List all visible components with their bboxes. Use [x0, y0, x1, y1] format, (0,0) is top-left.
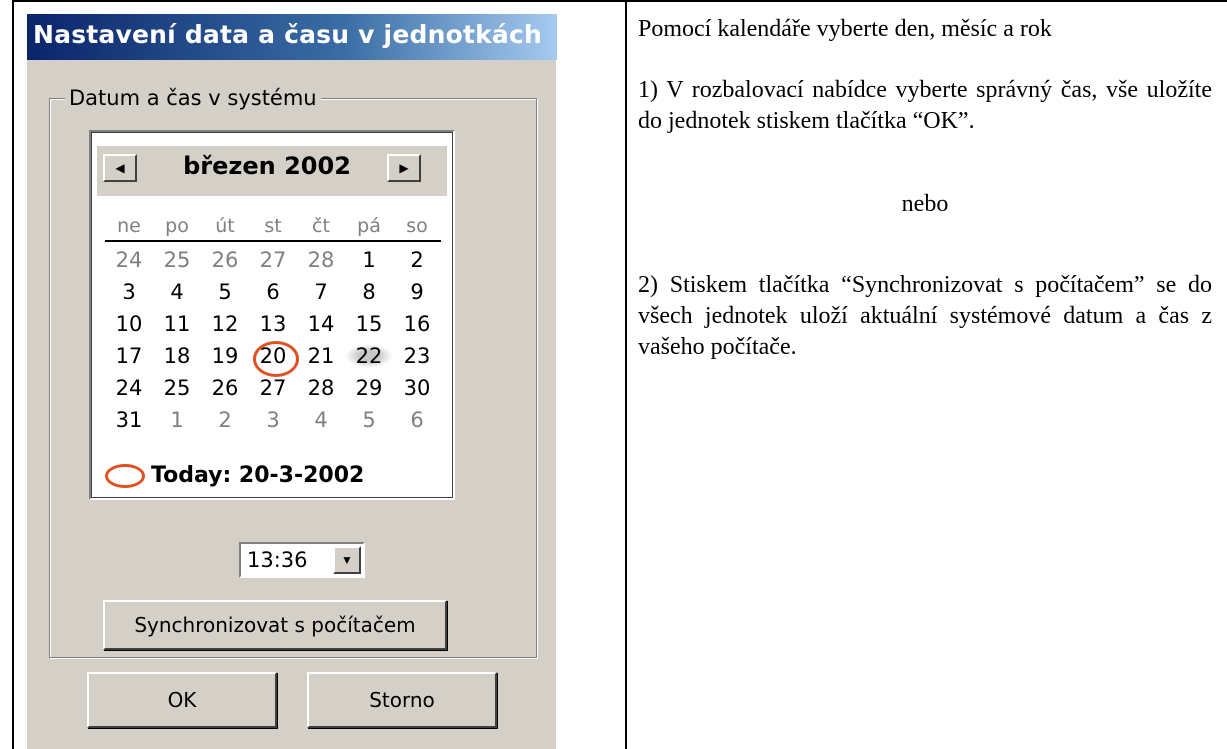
next-month-button[interactable]: ▶: [387, 154, 421, 182]
instructions-or: nebo: [901, 191, 949, 217]
table-top-border: [625, 0, 1227, 2]
calendar-day[interactable]: 15: [345, 312, 393, 336]
time-value: 13:36: [247, 548, 308, 572]
calendar-header: ◀ březen 2002 ▶: [97, 146, 447, 196]
weekday-header: ne po út st čt pá so: [105, 212, 441, 242]
calendar-week: 24 25 26 27 28 1 2: [105, 244, 441, 276]
prev-month-button[interactable]: ◀: [103, 154, 137, 182]
weekday-label: pá: [357, 215, 381, 237]
calendar-day[interactable]: 4: [297, 408, 345, 432]
dialog-title: Nastavení data a času v jednotkách: [33, 20, 543, 49]
sync-with-computer-button[interactable]: Synchronizovat s počítačem: [103, 600, 447, 650]
calendar-day[interactable]: 14: [297, 312, 345, 336]
calendar-day[interactable]: 31: [105, 408, 153, 432]
today-label: Today: 20-3-2002: [151, 462, 365, 488]
dialog-titlebar[interactable]: Nastavení data a času v jednotkách: [27, 14, 557, 60]
calendar-day[interactable]: 5: [201, 280, 249, 304]
table-column-divider: [625, 0, 627, 749]
datetime-dialog: Nastavení data a času v jednotkách Datum…: [26, 14, 557, 749]
instructions-step-2: 2) Stiskem tlačítka “Synchronizovat s po…: [638, 272, 1212, 360]
weekday-label: út: [215, 215, 235, 237]
calendar-day[interactable]: 26: [201, 376, 249, 400]
calendar-day[interactable]: 2: [393, 248, 441, 272]
right-arrow-icon: ▶: [399, 161, 409, 175]
today-link[interactable]: Today: 20-3-2002: [105, 462, 364, 488]
calendar-day-selected[interactable]: 22: [345, 344, 393, 368]
weekday-label: so: [406, 215, 428, 237]
chevron-down-icon: ▼: [341, 552, 353, 567]
calendar-day[interactable]: 30: [393, 376, 441, 400]
calendar-day[interactable]: 19: [201, 344, 249, 368]
calendar-day[interactable]: 28: [297, 248, 345, 272]
calendar-day[interactable]: 13: [249, 312, 297, 336]
calendar-day[interactable]: 26: [201, 248, 249, 272]
calendar-day[interactable]: 17: [105, 344, 153, 368]
calendar-day[interactable]: 8: [345, 280, 393, 304]
calendar-day[interactable]: 21: [297, 344, 345, 368]
groupbox-label: Datum a čas v systému: [65, 86, 321, 110]
weekday-label: st: [264, 215, 282, 237]
calendar-day[interactable]: 6: [249, 280, 297, 304]
calendar-day[interactable]: 4: [153, 280, 201, 304]
calendar-day[interactable]: 1: [345, 248, 393, 272]
calendar-day[interactable]: 6: [393, 408, 441, 432]
calendar-week: 31 1 2 3 4 5 6: [105, 404, 441, 436]
time-dropdown-button[interactable]: ▼: [333, 546, 361, 574]
calendar-month-label[interactable]: březen 2002: [157, 152, 377, 180]
calendar-day[interactable]: 25: [153, 376, 201, 400]
instructions-intro: Pomocí kalendáře vyberte den, měsíc a ro…: [638, 16, 1052, 42]
weekday-label: ne: [117, 215, 141, 237]
weekday-label: po: [165, 215, 189, 237]
calendar-week: 17 18 19 20 21 22 23: [105, 340, 441, 377]
calendar-week: 10 11 12 13 14 15 16: [105, 308, 441, 340]
calendar-day[interactable]: 16: [393, 312, 441, 336]
instructions-step-1: 1) V rozbalovací nabídce vyberte správný…: [638, 77, 1212, 134]
calendar-day[interactable]: 5: [345, 408, 393, 432]
calendar-day[interactable]: 24: [105, 376, 153, 400]
calendar-day[interactable]: 27: [249, 248, 297, 272]
today-circle-icon: [105, 464, 145, 488]
calendar-day[interactable]: 10: [105, 312, 153, 336]
calendar-day-today[interactable]: 20: [249, 341, 299, 377]
cancel-button[interactable]: Storno: [307, 672, 497, 728]
calendar-day[interactable]: 25: [153, 248, 201, 272]
time-dropdown[interactable]: 13:36 ▼: [239, 542, 365, 578]
calendar-day[interactable]: 12: [201, 312, 249, 336]
left-arrow-icon: ◀: [115, 161, 125, 175]
calendar-grid: ne po út st čt pá so 24 25 26 27 28 1 2 …: [105, 212, 441, 436]
weekday-label: čt: [312, 215, 330, 237]
calendar-day[interactable]: 3: [249, 408, 297, 432]
month-calendar[interactable]: ◀ březen 2002 ▶ ne po út st čt pá so 24 …: [89, 130, 455, 500]
calendar-day[interactable]: 3: [105, 280, 153, 304]
calendar-week: 24 25 26 27 28 29 30: [105, 372, 441, 404]
calendar-day[interactable]: 7: [297, 280, 345, 304]
calendar-day[interactable]: 9: [393, 280, 441, 304]
calendar-week: 3 4 5 6 7 8 9: [105, 276, 441, 308]
calendar-day[interactable]: 27: [249, 376, 297, 400]
ok-button[interactable]: OK: [87, 672, 277, 728]
instructions-text: Pomocí kalendáře vyberte den, měsíc a ro…: [638, 14, 1212, 363]
calendar-day[interactable]: 18: [153, 344, 201, 368]
calendar-day[interactable]: 24: [105, 248, 153, 272]
calendar-day[interactable]: 2: [201, 408, 249, 432]
calendar-day[interactable]: 11: [153, 312, 201, 336]
calendar-day[interactable]: 23: [393, 344, 441, 368]
calendar-day[interactable]: 29: [345, 376, 393, 400]
calendar-day[interactable]: 1: [153, 408, 201, 432]
calendar-day[interactable]: 28: [297, 376, 345, 400]
